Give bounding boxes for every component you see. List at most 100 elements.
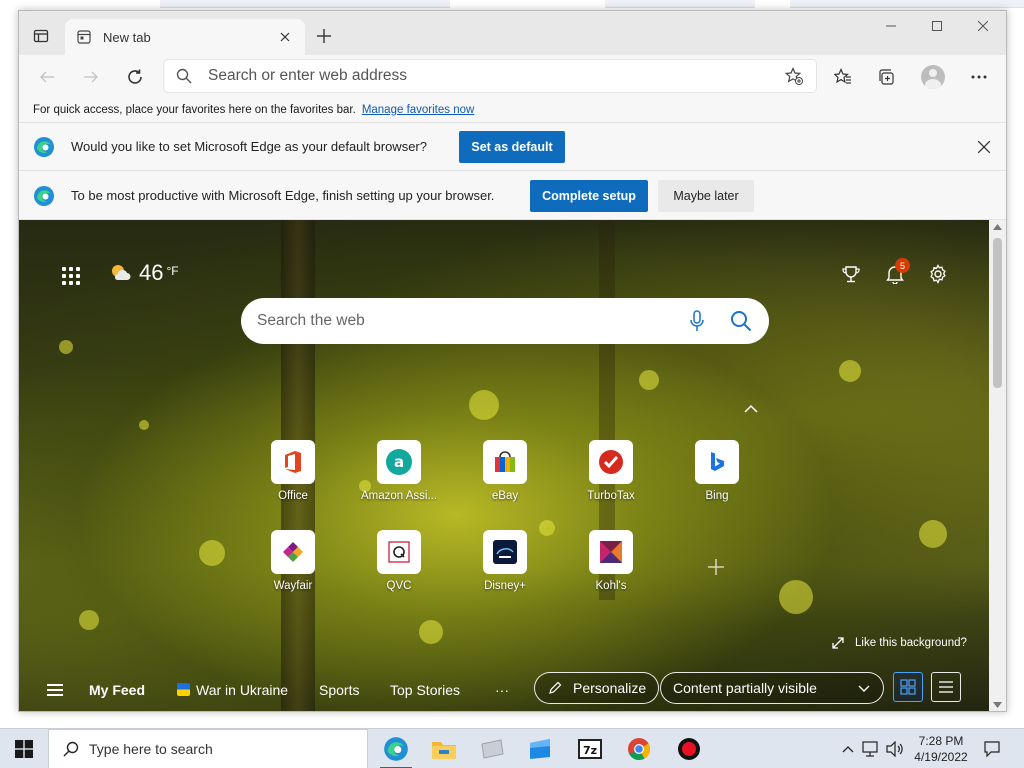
feed-more-icon[interactable]: ··· [495,682,509,698]
ebay-bag-icon [483,440,527,484]
grid-view-icon[interactable] [893,672,923,702]
setup-message: To be most productive with Microsoft Edg… [71,188,495,203]
qvc-logo-icon [377,530,421,574]
browser-toolbar: Search or enter web address [19,55,1006,97]
taskbar-edge-icon[interactable] [372,729,420,768]
add-favorite-icon[interactable] [784,66,804,86]
collections-icon[interactable] [872,63,900,91]
address-input[interactable]: Search or enter web address [208,67,784,85]
show-hidden-icons-chevron-up-icon[interactable] [838,729,858,768]
close-window-icon[interactable] [960,11,1006,41]
notification-center-icon[interactable] [980,729,1004,768]
web-search-input[interactable]: Search the web [257,312,665,330]
complete-setup-button[interactable]: Complete setup [530,180,648,212]
list-view-icon[interactable] [931,672,961,702]
feed-tab-war-in-ukraine[interactable]: War in Ukraine [177,682,288,698]
background-firefly [419,620,443,644]
app-launcher-icon[interactable] [62,267,80,285]
background-firefly [919,520,947,548]
background-firefly [79,610,99,630]
more-options-icon[interactable] [965,63,993,91]
address-bar[interactable]: Search or enter web address [164,60,816,92]
microphone-icon[interactable] [685,309,709,333]
tab-actions-icon[interactable] [31,26,51,46]
office-logo-icon [271,440,315,484]
quick-link-label: eBay [491,490,519,502]
quick-link-turbotax[interactable]: TurboTax [566,440,656,502]
disney-plus-logo-icon [483,530,527,574]
rewards-trophy-icon[interactable] [839,262,863,286]
taskbar-7zip-icon[interactable]: 7z [566,729,614,768]
scroll-up-arrow-icon[interactable] [993,224,1002,230]
search-icon [63,741,79,757]
weather-unit: °F [166,264,179,278]
like-background-text: Like this background? [855,637,967,649]
tab-title: New tab [103,29,151,45]
taskbar-recorder-icon[interactable] [665,729,713,768]
add-quick-link-plus-icon[interactable] [707,558,725,576]
start-windows-icon[interactable] [0,729,48,768]
quick-link-label: Bing [705,490,729,502]
svg-text:a: a [394,453,404,471]
taskbar-app-placeholder-icon[interactable] [468,729,516,768]
taskbar-chrome-icon[interactable] [615,729,663,768]
taskbar-store-icon[interactable] [516,729,564,768]
content-visibility-dropdown[interactable]: Content partially visible [660,672,884,704]
search-icon[interactable] [729,309,753,333]
feed-tab-sports[interactable]: Sports [319,682,359,698]
forward-arrow-icon[interactable] [77,63,105,91]
network-icon[interactable] [860,729,882,768]
background-window-edge [605,0,755,8]
manage-favorites-link[interactable]: Manage favorites now [362,104,475,116]
like-background-link[interactable]: Like this background? [831,636,967,650]
feed-tab-top-stories[interactable]: Top Stories [390,682,460,698]
back-arrow-icon[interactable] [33,63,61,91]
background-firefly [779,580,813,614]
volume-icon[interactable] [884,729,906,768]
taskbar-clock[interactable]: 7:28 PM 4/19/2022 [905,733,977,765]
page-settings-gear-icon[interactable] [926,262,950,286]
background-firefly [139,420,149,430]
web-search-box[interactable]: Search the web [241,298,769,344]
quick-link-wayfair[interactable]: Wayfair [248,530,338,592]
wayfair-logo-icon [271,530,315,574]
weather-widget[interactable]: 46 °F [109,260,179,286]
background-firefly [59,340,73,354]
quick-link-office[interactable]: Office [248,440,338,502]
quick-link-label: Amazon Assi... [360,490,438,502]
feed-tab-my-feed[interactable]: My Feed [89,682,145,698]
refresh-icon[interactable] [121,63,149,91]
close-infobar-icon[interactable] [976,139,992,155]
default-browser-message: Would you like to set Microsoft Edge as … [71,139,427,154]
quick-link-amazon-assistant[interactable]: a Amazon Assi... [354,440,444,502]
minimize-icon[interactable] [868,11,914,41]
maximize-icon[interactable] [914,11,960,41]
quick-link-qvc[interactable]: QVC [354,530,444,592]
quick-link-bing[interactable]: Bing [672,440,762,502]
scrollbar-thumb[interactable] [993,238,1002,388]
taskbar-search-box[interactable]: Type here to search [48,729,368,768]
close-tab-icon[interactable] [277,29,293,45]
tab-new-tab[interactable]: New tab [65,19,305,55]
feed-tab-label: War in Ukraine [196,682,289,698]
quick-link-kohls[interactable]: Kohl's [566,530,656,592]
ukraine-flag-icon [177,683,190,696]
favorites-icon[interactable] [829,63,857,91]
notifications-bell-icon[interactable]: 5 [883,258,910,286]
background-firefly [639,370,659,390]
quick-link-ebay[interactable]: eBay [460,440,550,502]
maybe-later-button[interactable]: Maybe later [658,180,754,212]
set-as-default-button[interactable]: Set as default [459,131,565,163]
collapse-quick-links-chevron-up-icon[interactable] [742,400,760,418]
scroll-down-arrow-icon[interactable] [993,702,1002,708]
hamburger-menu-icon[interactable] [47,684,63,696]
personalize-button[interactable]: Personalize [534,672,660,704]
profile-icon[interactable] [919,63,947,91]
quick-link-label: Wayfair [273,580,313,592]
clock-date: 4/19/2022 [914,750,968,764]
favorites-bar: For quick access, place your favorites h… [19,97,1006,123]
quick-link-disney-plus[interactable]: Disney+ [460,530,550,592]
new-tab-plus-icon[interactable] [313,25,335,47]
page-scrollbar[interactable] [989,220,1006,711]
taskbar-file-explorer-icon[interactable] [420,729,468,768]
